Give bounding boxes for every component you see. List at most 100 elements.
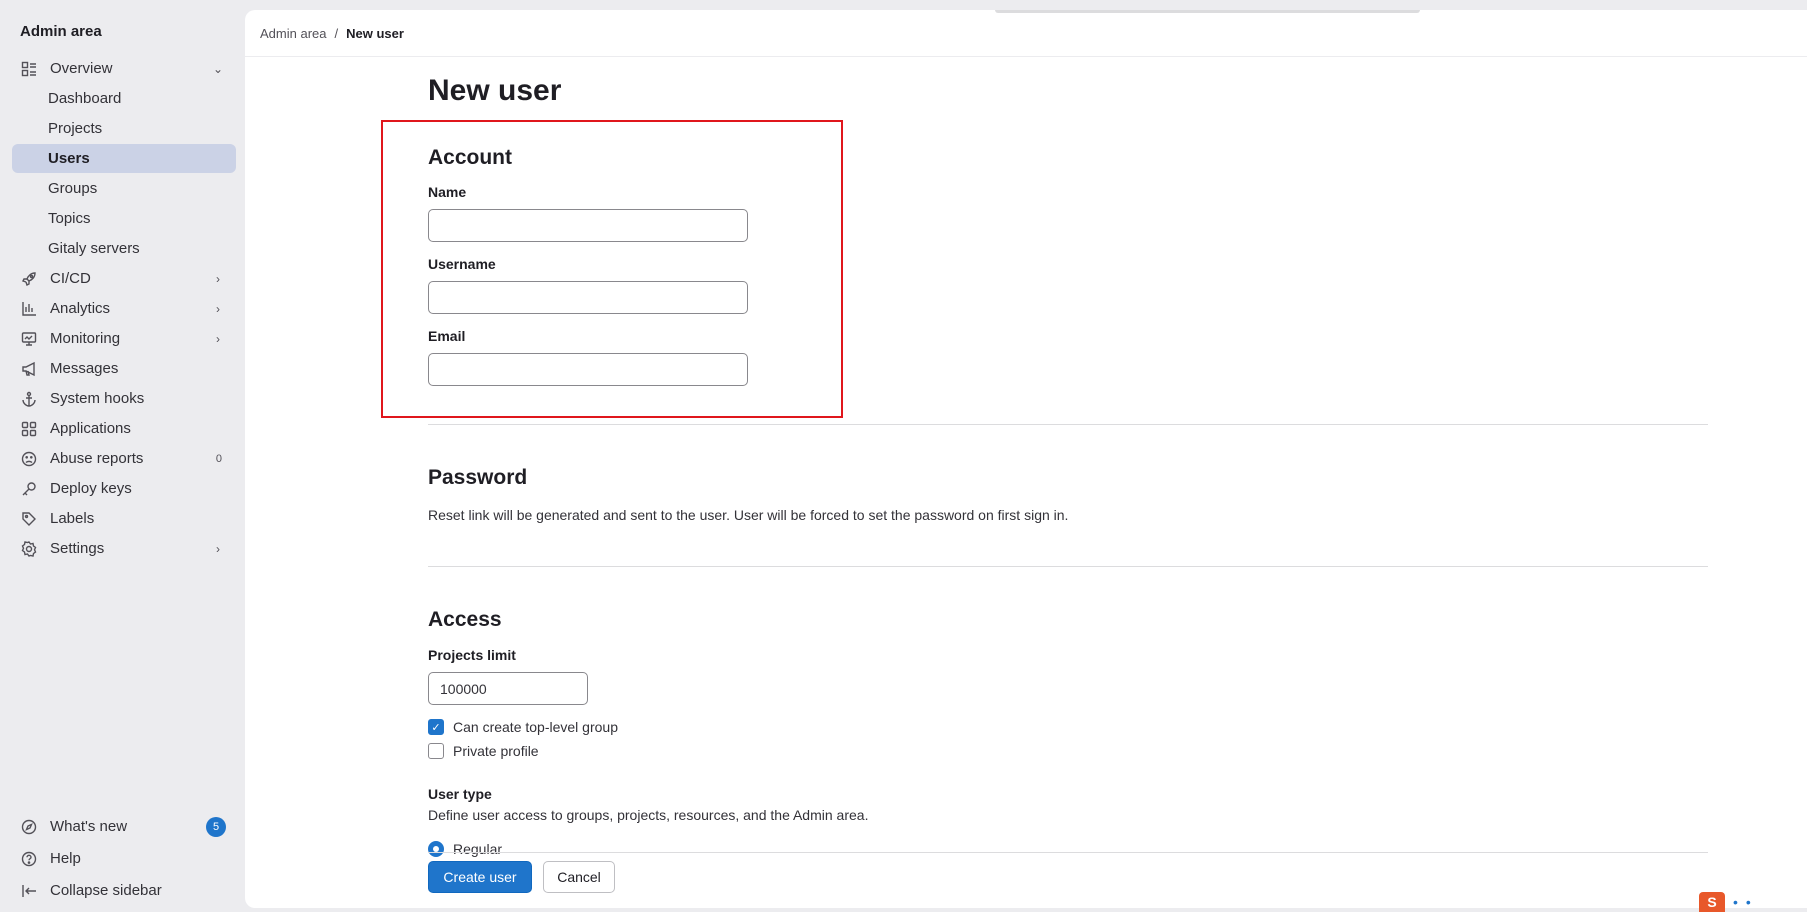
username-label: Username	[428, 256, 496, 272]
sidebar-title[interactable]: Admin area	[20, 23, 102, 40]
section-divider	[428, 424, 1708, 425]
system-tray: S • •	[1693, 892, 1807, 912]
sidebar-item-label: Deploy keys	[50, 480, 132, 497]
user-type-description: Define user access to groups, projects, …	[428, 807, 869, 823]
sidebar-item-applications[interactable]: Applications	[12, 414, 236, 443]
cancel-button[interactable]: Cancel	[543, 861, 615, 893]
help-label: Help	[50, 850, 81, 867]
can-create-group-checkbox[interactable]: ✓ Can create top-level group	[428, 719, 618, 735]
breadcrumb-separator: /	[334, 26, 339, 41]
sidebar-item-analytics[interactable]: Analytics ›	[12, 294, 236, 323]
question-icon	[20, 850, 38, 868]
sidebar-item-messages[interactable]: Messages	[12, 354, 236, 383]
sidebar-item-cicd[interactable]: CI/CD ›	[12, 264, 236, 293]
sidebar-item-system-hooks[interactable]: System hooks	[12, 384, 236, 413]
projects-limit-label: Projects limit	[428, 647, 516, 663]
checkbox-checked-icon[interactable]: ✓	[428, 719, 444, 735]
sidebar-item-label: System hooks	[50, 390, 145, 407]
access-heading: Access	[428, 608, 502, 631]
checkbox-unchecked-icon[interactable]	[428, 743, 444, 759]
sidebar-item-label: Groups	[48, 180, 98, 197]
sidebar-item-projects[interactable]: Projects	[12, 114, 236, 143]
username-input[interactable]	[428, 281, 748, 314]
radio-selected-icon[interactable]	[428, 841, 444, 857]
collapse-sidebar-button[interactable]: Collapse sidebar	[12, 876, 236, 905]
can-create-group-label: Can create top-level group	[453, 719, 618, 735]
whats-new-button[interactable]: What's new 5	[12, 812, 236, 841]
sidebar-item-monitoring[interactable]: Monitoring ›	[12, 324, 236, 353]
chevron-right-icon: ›	[216, 541, 220, 556]
chevron-right-icon: ›	[216, 331, 220, 346]
collapse-sidebar-label: Collapse sidebar	[50, 882, 162, 899]
sidebar-item-label: Dashboard	[48, 90, 122, 107]
overview-icon	[20, 60, 38, 78]
sidebar-item-label: Gitaly servers	[48, 240, 140, 257]
new-user-form: New user Account Name Username Email Pas…	[428, 10, 1708, 908]
sidebar-item-label: Overview	[50, 60, 113, 77]
frown-icon	[20, 450, 38, 468]
email-input[interactable]	[428, 353, 748, 386]
page-title: New user	[428, 74, 562, 107]
breadcrumb-admin-area[interactable]: Admin area	[260, 26, 326, 41]
rocket-icon	[20, 270, 38, 288]
anchor-icon	[20, 390, 38, 408]
gear-icon	[20, 540, 38, 558]
grid-icon	[20, 420, 38, 438]
name-label: Name	[428, 184, 467, 200]
sidebar-item-label: Users	[48, 150, 90, 167]
chevron-right-icon: ›	[216, 271, 220, 286]
name-input[interactable]	[428, 209, 748, 242]
user-type-regular-label: Regular	[453, 841, 503, 857]
section-divider	[428, 566, 1708, 567]
collapse-left-icon	[20, 882, 38, 900]
key-icon	[20, 480, 38, 498]
sidebar-item-deploy-keys[interactable]: Deploy keys	[12, 474, 236, 503]
whats-new-label: What's new	[50, 818, 128, 835]
main-panel: Admin area / New user New user Account N…	[245, 10, 1807, 908]
tray-icon: •	[1733, 894, 1738, 910]
sidebar-item-label: Settings	[50, 540, 105, 557]
label-icon	[20, 510, 38, 528]
account-heading: Account	[428, 146, 512, 169]
password-description: Reset link will be generated and sent to…	[428, 507, 1069, 523]
sidebar-item-overview[interactable]: Overview ⌄	[12, 54, 236, 83]
breadcrumb: Admin area / New user	[260, 26, 404, 41]
sidebar-item-label: Projects	[48, 120, 103, 137]
chart-icon	[20, 300, 38, 318]
sidebar-item-label: Labels	[50, 510, 95, 527]
sidebar-item-label: Monitoring	[50, 330, 121, 347]
input-method-logo-icon: S	[1699, 892, 1725, 912]
sidebar-item-topics[interactable]: Topics	[12, 204, 236, 233]
user-type-label: User type	[428, 786, 492, 802]
projects-limit-input[interactable]	[428, 672, 588, 705]
tray-icon: •	[1745, 894, 1751, 910]
user-type-regular-radio[interactable]: Regular	[428, 841, 502, 857]
sidebar-item-users[interactable]: Users	[12, 144, 236, 173]
monitor-icon	[20, 330, 38, 348]
private-profile-checkbox[interactable]: Private profile	[428, 743, 539, 759]
sidebar-item-dashboard[interactable]: Dashboard	[12, 84, 236, 113]
password-heading: Password	[428, 466, 528, 489]
sidebar-item-label: Topics	[48, 210, 91, 227]
help-button[interactable]: Help	[12, 844, 236, 873]
abuse-reports-count: 0	[215, 452, 222, 465]
chevron-right-icon: ›	[216, 301, 220, 316]
sidebar-item-settings[interactable]: Settings ›	[12, 534, 236, 563]
footer-divider	[428, 852, 1708, 853]
breadcrumb-current: New user	[346, 26, 404, 41]
sidebar-item-groups[interactable]: Groups	[12, 174, 236, 203]
sidebar-item-label: Analytics	[50, 300, 111, 317]
sidebar: Admin area Overview ⌄ Dashboard Projects…	[0, 0, 243, 912]
compass-icon	[20, 818, 38, 836]
chevron-down-icon: ⌄	[212, 61, 224, 76]
sidebar-item-gitaly-servers[interactable]: Gitaly servers	[12, 234, 236, 263]
email-label: Email	[428, 328, 466, 344]
private-profile-label: Private profile	[453, 743, 539, 759]
sidebar-item-labels[interactable]: Labels	[12, 504, 236, 533]
megaphone-icon	[20, 360, 38, 378]
sidebar-item-abuse-reports[interactable]: Abuse reports 0	[12, 444, 236, 473]
sidebar-item-label: CI/CD	[50, 270, 91, 287]
sidebar-item-label: Messages	[50, 360, 119, 377]
sidebar-item-label: Abuse reports	[50, 450, 144, 467]
create-user-button[interactable]: Create user	[428, 861, 532, 893]
